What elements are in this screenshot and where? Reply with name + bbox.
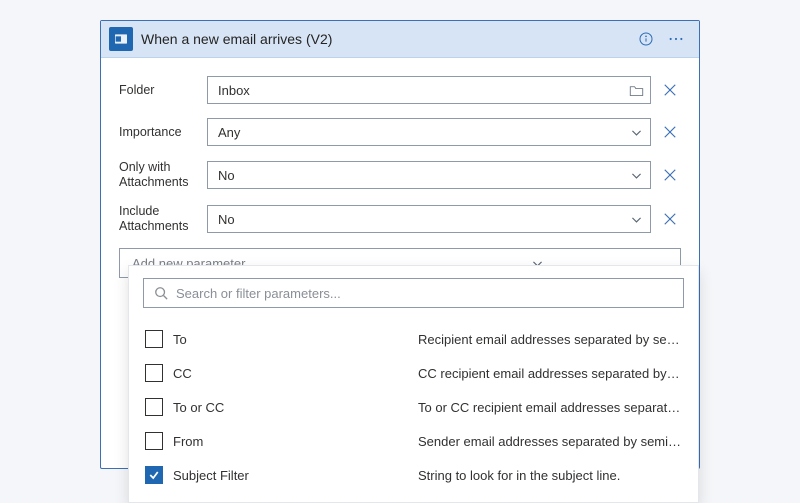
field-only-attachments-value: No xyxy=(218,168,628,183)
remove-only-attachments[interactable] xyxy=(659,168,681,182)
param-desc: Sender email addresses separated by semi… xyxy=(418,434,682,449)
param-desc: String to look for in the subject line. xyxy=(418,468,682,483)
param-option-from[interactable]: From Sender email addresses separated by… xyxy=(143,424,684,458)
search-icon xyxy=(154,286,168,300)
param-name: To xyxy=(173,332,418,347)
row-folder: Folder Inbox xyxy=(119,76,681,104)
row-importance: Importance Any xyxy=(119,118,681,146)
info-icon[interactable] xyxy=(635,28,657,50)
row-only-attachments: Only with Attachments No xyxy=(119,160,681,190)
field-folder-value: Inbox xyxy=(218,83,628,98)
card-header: When a new email arrives (V2) xyxy=(101,21,699,58)
param-name: To or CC xyxy=(173,400,418,415)
field-importance-value: Any xyxy=(218,125,628,140)
checkbox-to-or-cc[interactable] xyxy=(145,398,163,416)
checkbox-cc[interactable] xyxy=(145,364,163,382)
label-importance: Importance xyxy=(119,125,199,140)
remove-folder[interactable] xyxy=(659,83,681,97)
field-importance[interactable]: Any xyxy=(207,118,651,146)
param-desc: Recipient email addresses separated by s… xyxy=(418,332,682,347)
checkbox-to[interactable] xyxy=(145,330,163,348)
param-desc: To or CC recipient email addresses separ… xyxy=(418,400,682,415)
param-option-to[interactable]: To Recipient email addresses separated b… xyxy=(143,322,684,356)
parameter-dropdown-panel: To Recipient email addresses separated b… xyxy=(128,265,699,503)
param-name: From xyxy=(173,434,418,449)
label-include-attachments: Include Attachments xyxy=(119,204,199,234)
chevron-down-icon xyxy=(628,124,644,140)
label-only-attachments: Only with Attachments xyxy=(119,160,199,190)
check-icon xyxy=(148,469,160,481)
card-title: When a new email arrives (V2) xyxy=(141,31,627,47)
chevron-down-icon xyxy=(628,167,644,183)
field-include-attachments-value: No xyxy=(218,212,628,227)
param-desc: CC recipient email addresses separated b… xyxy=(418,366,682,381)
parameter-search-input[interactable] xyxy=(176,286,673,301)
param-option-cc[interactable]: CC CC recipient email addresses separate… xyxy=(143,356,684,390)
remove-importance[interactable] xyxy=(659,125,681,139)
remove-include-attachments[interactable] xyxy=(659,212,681,226)
field-include-attachments[interactable]: No xyxy=(207,205,651,233)
parameter-search[interactable] xyxy=(143,278,684,308)
param-option-subject-filter[interactable]: Subject Filter String to look for in the… xyxy=(143,458,684,492)
param-name: CC xyxy=(173,366,418,381)
chevron-down-icon xyxy=(628,211,644,227)
row-include-attachments: Include Attachments No xyxy=(119,204,681,234)
field-only-attachments[interactable]: No xyxy=(207,161,651,189)
checkbox-subject-filter[interactable] xyxy=(145,466,163,484)
param-name: Subject Filter xyxy=(173,468,418,483)
outlook-icon xyxy=(109,27,133,51)
folder-picker-icon[interactable] xyxy=(628,82,644,98)
checkbox-from[interactable] xyxy=(145,432,163,450)
param-option-to-or-cc[interactable]: To or CC To or CC recipient email addres… xyxy=(143,390,684,424)
trigger-card: When a new email arrives (V2) Folder Inb… xyxy=(100,20,700,469)
field-folder[interactable]: Inbox xyxy=(207,76,651,104)
label-folder: Folder xyxy=(119,83,199,98)
more-icon[interactable] xyxy=(665,28,687,50)
